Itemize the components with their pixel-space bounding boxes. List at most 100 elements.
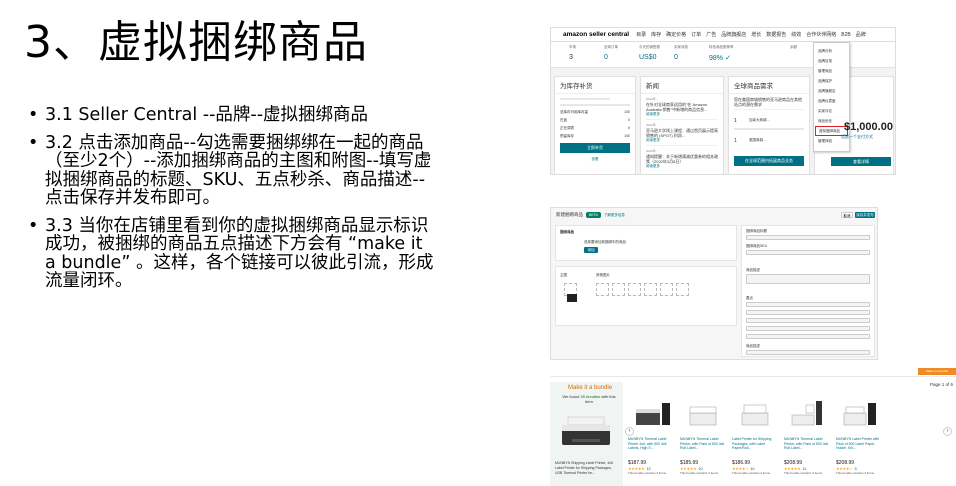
bundle-contents: This bundle contains 2 items [732,471,771,475]
image-slot[interactable] [596,283,609,296]
amazon-logo: amazon seller central [563,31,630,38]
bullet-item: 3.1 Seller Central --品牌--虚拟捆绑商品 [28,106,436,125]
form-title: 新建捆绑商品 [556,212,583,217]
bundle-item-card[interactable]: MUNBYN Thermal Label Printer 4x6, with 5… [628,399,676,479]
product-description-input[interactable] [746,350,870,355]
replenish-button[interactable]: 立即补货 [560,143,630,153]
bundle-products-panel: 捆绑商品 选择要添加到捆绑中的商品 添加 [555,225,737,261]
menu-item[interactable]: 买家评论 [814,106,849,116]
bundle-title-input[interactable] [746,235,870,240]
replenish-card: 为库存补货 总库存可用库存量 100 在途 0 正在调拨 0 预留库存 100 立即补货… [554,76,636,174]
card-row: 在途 0 [560,118,630,122]
nav-item[interactable]: 数据报告 [766,31,786,38]
nav-item[interactable]: 增长 [751,31,761,38]
stat-messages[interactable]: 买家消息 0 [674,45,707,67]
image-slot[interactable] [612,283,625,296]
image-slot[interactable] [628,283,641,296]
nav-item[interactable]: 合作伙伴网络 [806,31,836,38]
nav-item-brand[interactable]: 品牌 [856,31,866,38]
news-item: 2022年... 通知提醒：关于新增满减优惠券的相关政策（2022年3月8日） … [646,149,718,169]
bundle-contents: This bundle contains 3 items [784,471,823,475]
product-image [741,404,769,426]
read-more-link[interactable]: 阅读更多 [646,164,718,169]
image-slot[interactable] [660,283,673,296]
nav-item[interactable]: B2B [841,32,850,38]
menu-item[interactable]: 品牌仪表盘 [814,96,849,106]
news-item: 2022年... 在针对全球商家适用的"在 Amazon Australia 销… [646,97,718,120]
chevron-right-icon[interactable]: › [943,427,952,436]
card-title: 新闻 [641,77,723,94]
bundle-images-panel: 主图 其他图片 [555,266,737,326]
bullet-point-input[interactable] [746,302,870,307]
bullet-item: 3.3 当你在店铺里看到你的虚拟捆绑商品显示标识成功，被捆绑的商品五点描述下方会… [28,216,436,291]
card-row: 1 加拿大商城... [734,118,770,124]
bundle-item-card[interactable]: MUNBYN Thermal Label Printer, with Pack … [784,399,832,479]
card-row: 总库存可用库存量 100 [560,110,630,114]
bundle-item-card[interactable]: MUNBYN Thermal Label Printer, with Pack … [680,399,728,479]
bundle-badge: Make it a bundle [918,368,956,375]
menu-item[interactable]: 品牌目录 [814,56,849,66]
bundle-count-text: We found 35 bundles with this item [562,394,616,404]
menu-item[interactable]: 品牌保护 [814,76,849,86]
add-product-button[interactable]: 添加 [584,247,598,253]
card-intro: 您在美国商城销售的亚马逊商品在其他站点的潜在需求 [734,97,804,110]
bundle-item-card[interactable]: MUNBYN Label Printer with Pack of 500 La… [836,399,884,479]
product-name[interactable]: MUNBYN Thermal Label Printer 4x6, with 5… [628,437,676,459]
stat-orders[interactable]: 全球订单 0 [604,45,637,67]
product-name[interactable]: MUNBYN Thermal Label Printer, with Pack … [680,437,728,459]
product-name[interactable]: MUNBYN Thermal Label Printer, with Pack … [784,437,832,459]
cancel-button[interactable]: 取消 [841,212,853,218]
stat-marketplaces[interactable]: 市场 3 [569,45,602,67]
nav-item[interactable]: 库存 [651,31,661,38]
bundle-description-input[interactable] [746,274,870,284]
product-image [791,401,822,426]
product-image [636,403,670,425]
nav-item[interactable]: 品牌旗舰店 [721,31,746,38]
nav-item[interactable]: 订单 [691,31,701,38]
product-image [689,406,717,426]
save-publish-button[interactable]: 保存并发布 [855,212,875,218]
product-name[interactable]: Label Printer for Shipping Packages, wit… [732,437,780,459]
bullet-point-input[interactable] [746,310,870,315]
bundle-item-card[interactable]: Label Printer for Shipping Packages, wit… [732,399,780,479]
stat-featured-offer[interactable]: 特色商品推荐率 98% ✓ [709,45,754,67]
bullet-list: 3.1 Seller Central --品牌--虚拟捆绑商品 3.2 点击添加… [28,106,436,300]
bullet-point-input[interactable] [746,334,870,339]
main-image-thumbnail [567,294,577,302]
bullet-point-input[interactable] [746,326,870,331]
bundle-contents: This bundle contains 3 items [628,471,667,475]
view-link[interactable]: 查看 [560,157,630,162]
learn-more-link[interactable]: 了解更多信息 [604,213,625,218]
stat-sales[interactable]: 今天的销售额 US$0 [639,45,672,67]
read-more-link[interactable]: 阅读更多 [646,112,718,117]
nav-item[interactable]: 目录 [636,31,646,38]
read-more-link[interactable]: 阅读更多 [646,138,718,143]
nav-item[interactable]: 确定价格 [666,31,686,38]
page-indicator: Page 1 of 6 [930,382,954,387]
nav-item[interactable]: 绩效 [791,31,801,38]
menu-item[interactable]: 管理商品 [814,66,849,76]
slide-title: 3、虚拟捆绑商品 [24,17,368,68]
bundle-contents: This bundle contains 2 items [680,471,719,475]
bundle-sku-input[interactable] [746,250,870,255]
image-slot[interactable] [644,283,657,296]
balance-amount: $1,000.00 [844,121,893,133]
view-details-button[interactable]: 查看详情 [831,157,891,166]
image-slot[interactable] [676,283,689,296]
product-image [843,403,876,426]
global-demand-card: 全球商品需求 您在美国商城销售的亚马逊商品在其他站点的潜在需求 1 加拿大商城..… [728,76,810,174]
bundle-form-screenshot: 新建捆绑商品 BETA 了解更多信息 取消 保存并发布 捆绑商品 选择要添加到捆… [550,207,878,360]
global-expand-button[interactable]: 在全球范围内拓展商品业务 [734,156,804,166]
product-name[interactable]: MUNBYN Label Printer with Pack of 500 La… [836,437,884,459]
payment-link[interactable]: 设置一个支付方式 [841,134,873,140]
printer-image [562,416,610,445]
bullet-item: 3.2 点击添加商品--勾选需要捆绑绑在一起的商品（至少2个）--添加捆绑商品的… [28,133,436,208]
main-product-name[interactable]: MUNBYN Shipping Label Printer, 4x6 Label… [555,461,619,476]
menu-item[interactable]: 品牌分析 [814,46,849,56]
news-card: 新闻 2022年... 在针对全球商家适用的"在 Amazon Australi… [640,76,724,174]
nav-item[interactable]: 广告 [706,31,716,38]
card-title: 全球商品需求 [729,77,809,94]
menu-item[interactable]: 品牌旗舰店 [814,86,849,96]
beta-badge: BETA [586,212,601,218]
bullet-point-input[interactable] [746,318,870,323]
